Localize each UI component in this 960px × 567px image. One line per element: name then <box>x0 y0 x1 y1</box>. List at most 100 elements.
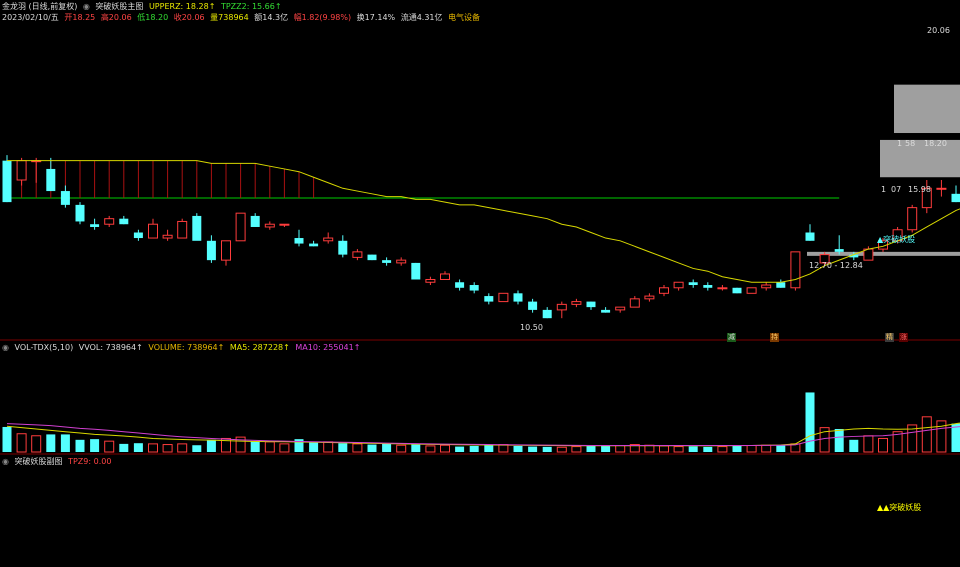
candle <box>688 279 698 288</box>
volume-bar <box>528 446 538 452</box>
high-price-label: 20.06 <box>927 26 950 35</box>
candle <box>294 229 304 247</box>
candle-body <box>75 204 85 222</box>
candle-body <box>396 259 407 264</box>
marker-1: 减 <box>727 333 736 342</box>
volume-bar <box>104 440 115 453</box>
price-panel <box>0 84 960 455</box>
candle <box>805 224 815 241</box>
volume-bar <box>571 446 582 453</box>
candle-body <box>513 293 523 302</box>
volume-bar <box>162 444 173 453</box>
candle <box>790 251 801 291</box>
marker-4: 涨 <box>899 333 908 342</box>
volume-bar <box>411 444 421 452</box>
candle-body <box>382 260 392 263</box>
candle-body <box>703 285 713 288</box>
volume-bar <box>717 446 728 453</box>
candle-body <box>455 282 465 288</box>
candle-body <box>484 296 494 302</box>
candle-body <box>790 251 801 289</box>
candle <box>31 157 42 183</box>
volume-bar <box>761 444 772 453</box>
candle-body <box>805 232 815 241</box>
low-price-label: 10.50 <box>520 323 543 332</box>
candle <box>732 287 742 294</box>
candle <box>673 281 684 291</box>
volume-bar <box>878 437 888 453</box>
candle <box>206 235 216 263</box>
volume-bar <box>264 441 275 453</box>
candle-body <box>206 240 216 261</box>
volume-bar <box>951 423 960 452</box>
candle-body <box>542 309 552 319</box>
candle <box>528 298 538 313</box>
candle <box>717 285 728 291</box>
candle-body <box>367 254 377 261</box>
candle <box>221 240 231 266</box>
volume-bar <box>338 443 348 452</box>
candle <box>498 292 509 303</box>
candle <box>177 218 188 239</box>
candle-body <box>148 223 158 239</box>
candle-body <box>221 240 231 261</box>
candle <box>338 235 348 258</box>
candle-body <box>571 301 582 305</box>
volume-bar <box>177 443 188 453</box>
candle <box>601 307 611 313</box>
breakout-label: ▲突破妖股 <box>877 234 915 244</box>
candle-body <box>717 287 728 290</box>
partial-label-4: 07 <box>891 185 901 194</box>
volume-bar <box>323 441 334 453</box>
candle-body <box>46 168 56 192</box>
candle-body <box>60 191 70 205</box>
candle <box>192 213 202 241</box>
candle-body <box>294 238 304 244</box>
volume-bar <box>148 443 158 453</box>
support-box <box>807 251 960 256</box>
candle-body <box>586 301 596 308</box>
volume-bar <box>133 443 143 452</box>
candle-body <box>119 218 129 225</box>
level-2-label: 15.98 <box>908 185 931 194</box>
volume-ma5-line <box>6 422 960 447</box>
candle-body <box>16 160 27 181</box>
candle <box>323 232 334 244</box>
candle <box>469 282 479 294</box>
candle <box>834 235 844 255</box>
candle-body <box>323 237 334 242</box>
resistance-box <box>894 84 960 134</box>
candle-body <box>411 262 421 280</box>
candle-body <box>776 282 786 288</box>
candle <box>250 213 260 227</box>
volume-bar <box>367 444 377 452</box>
volume-bar <box>746 445 757 453</box>
candle-body <box>761 284 772 289</box>
candle <box>411 262 421 280</box>
candle <box>644 293 655 302</box>
candle <box>352 249 363 261</box>
candle-body <box>556 303 567 311</box>
candle-body <box>659 287 669 294</box>
volume-bar <box>805 392 815 452</box>
volume-bar <box>16 433 27 453</box>
candle-body <box>425 278 436 283</box>
candle-body <box>104 218 115 225</box>
candle <box>484 293 494 305</box>
volume-bar <box>615 445 626 453</box>
candle-body <box>235 212 246 242</box>
candle <box>440 271 450 280</box>
volume-ma10-line <box>6 423 960 447</box>
candle <box>703 282 713 291</box>
candle-body <box>250 215 260 227</box>
candle <box>396 257 407 266</box>
candle <box>90 218 100 230</box>
candle <box>119 215 129 225</box>
sub-breakout-label: ▲▲突破妖股 <box>877 502 921 512</box>
volume-bar <box>513 445 523 452</box>
candle-body <box>440 273 450 280</box>
volume-bar <box>556 446 567 453</box>
candle <box>425 276 436 286</box>
chart-canvas: 20.06 10.50 18.20 15.98 1 58 1 07 12.70 … <box>0 26 960 512</box>
volume-bar <box>46 434 56 452</box>
